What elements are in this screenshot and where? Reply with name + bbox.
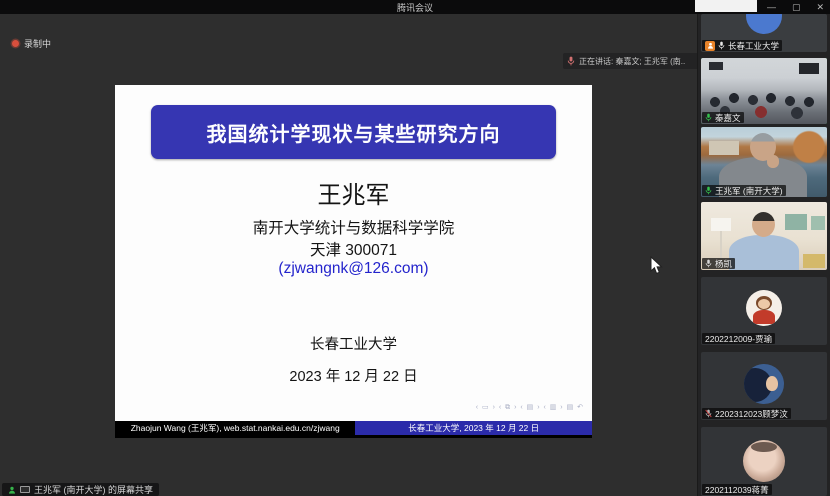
participant-tile-changchun-univ[interactable]: 长春工业大学 — [701, 14, 827, 52]
mic-on-icon — [705, 259, 712, 268]
participant-tile-yangkai[interactable]: 杨凯 — [701, 202, 827, 270]
participant-tile-gumengwen[interactable]: 2202312023顾梦汶 — [701, 352, 827, 420]
participant-name: 2202112039蒋菁 — [705, 484, 769, 495]
avatar-art — [751, 442, 777, 452]
sharer-person-icon — [8, 486, 16, 494]
participant-tile-jiayu[interactable]: 2202212009-贾瑜 — [701, 277, 827, 345]
slide-author: 王兆军 — [115, 175, 592, 210]
mic-muted-icon — [705, 409, 712, 418]
titlebar: 腾讯会议 — ▢ ✕ — [0, 0, 830, 14]
slide-venue: 长春工业大学 — [115, 333, 592, 354]
name-label: 杨凯 — [702, 258, 735, 269]
screen-share-label: 王兆军 (南开大学) 的屏幕共享 — [34, 483, 153, 496]
participant-name: 2202212009-贾瑜 — [705, 333, 772, 344]
speaking-indicator: 正在讲话: 秦嘉文; 王兆军 (南.. — [563, 53, 697, 69]
mic-active-icon — [705, 186, 712, 195]
participant-tile-jiangjing[interactable]: 2202112039蒋菁 — [701, 427, 827, 496]
mic-icon — [567, 56, 575, 66]
recording-label: 录制中 — [24, 37, 51, 50]
avatar — [744, 364, 784, 404]
slide-title-box: 我国统计学现状与某些研究方向 — [151, 105, 556, 159]
slide-email: (zjwangnk@126.com) — [115, 260, 592, 278]
close-button[interactable]: ✕ — [816, 0, 824, 14]
speaking-label: 正在讲话: 秦嘉文; 王兆军 (南.. — [579, 56, 685, 67]
presentation-slide: 我国统计学现状与某些研究方向 王兆军 南开大学统计与数据科学学院 天津 3000… — [115, 85, 592, 438]
mic-active-icon — [705, 113, 712, 122]
participant-tile-qinjiawen[interactable]: 秦嘉文 — [701, 58, 827, 124]
name-label: 长春工业大学 — [702, 40, 782, 51]
name-label: 2202312023顾梦汶 — [702, 408, 791, 419]
screen-share-indicator: 王兆军 (南开大学) 的屏幕共享 — [2, 483, 159, 496]
avatar-art — [758, 299, 770, 309]
avatar-art — [753, 310, 775, 324]
host-badge-icon — [705, 41, 715, 51]
monitor-icon — [20, 486, 30, 493]
app-window: 腾讯会议 — ▢ ✕ 录制中 正在讲话: 秦嘉文; 王兆军 (南.. 我国统计学… — [0, 0, 830, 496]
participant-tile-wangzhaojun[interactable]: 王兆军 (南开大学) — [701, 127, 827, 197]
name-label: 王兆军 (南开大学) — [702, 185, 786, 196]
maximize-button[interactable]: ▢ — [792, 0, 801, 14]
name-label: 2202212009-贾瑜 — [702, 333, 775, 344]
participant-name: 王兆军 (南开大学) — [715, 185, 783, 196]
minimize-button[interactable]: — — [767, 0, 776, 14]
participant-name: 2202312023顾梦汶 — [715, 408, 788, 419]
slide-date: 2023 年 12 月 22 日 — [115, 365, 592, 386]
footline-venue-date: 长春工业大学, 2023 年 12 月 22 日 — [355, 421, 592, 435]
participant-name: 长春工业大学 — [728, 40, 779, 51]
mouse-cursor — [650, 256, 664, 276]
participant-head — [752, 212, 775, 237]
footline-author-url: Zhaojun Wang (王兆军), web.stat.nankai.edu.… — [115, 421, 355, 435]
participant-name: 秦嘉文 — [715, 112, 741, 123]
slide-title: 我国统计学现状与某些研究方向 — [207, 118, 501, 147]
recording-indicator: 录制中 — [12, 37, 51, 50]
name-label: 秦嘉文 — [702, 112, 744, 123]
window-controls: — ▢ ✕ — [767, 0, 824, 14]
name-label: 2202112039蒋菁 — [702, 484, 772, 495]
slide-footline: Zhaojun Wang (王兆军), web.stat.nankai.edu.… — [115, 421, 592, 435]
participant-name: 杨凯 — [715, 258, 732, 269]
participant-torso — [729, 235, 799, 270]
slide-address: 天津 300071 — [115, 238, 592, 260]
avatar — [743, 440, 785, 482]
beamer-nav-symbols: ‹ ▭ › ‹ ⧉ › ‹ ▤ › ‹ ▥ › ▤ ↶ — [476, 403, 584, 412]
participants-sidebar[interactable]: 长春工业大学 秦嘉文 王兆军 (南开大学) — [697, 14, 830, 496]
shared-screen-area: 录制中 正在讲话: 秦嘉文; 王兆军 (南.. 我国统计学现状与某些研究方向 王… — [0, 14, 697, 496]
avatar — [746, 290, 782, 326]
avatar-art — [766, 376, 778, 391]
slide-affiliation: 南开大学统计与数据科学学院 — [115, 216, 592, 238]
slide-letterbox-strip — [115, 435, 592, 438]
mic-on-icon — [718, 41, 725, 50]
avatar — [746, 14, 782, 34]
foreground-window-sliver — [695, 0, 757, 12]
record-dot-icon — [12, 40, 19, 47]
speaker-hand — [767, 155, 779, 168]
